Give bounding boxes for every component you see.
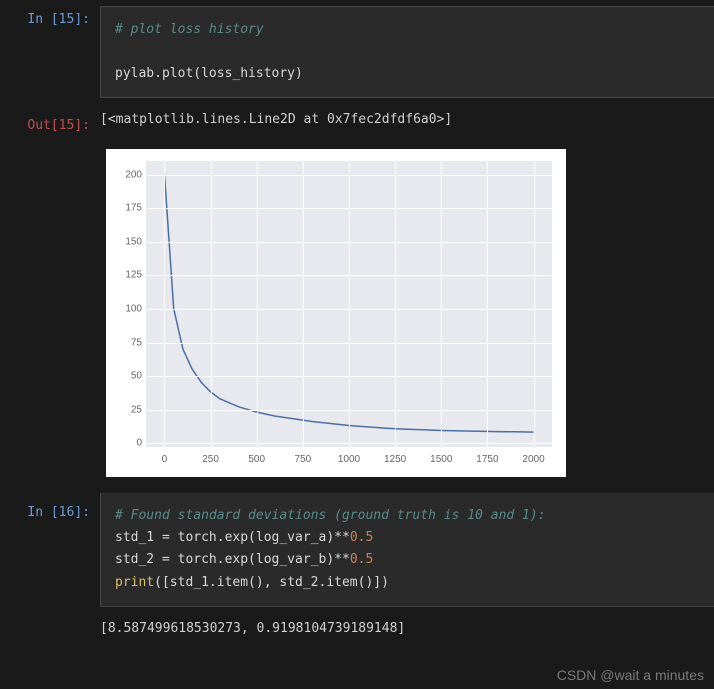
code-area-15[interactable]: # plot loss history pylab.plot(loss_hist… (100, 6, 714, 98)
xtick-label: 2000 (522, 454, 544, 465)
grid-line-v (441, 161, 442, 447)
ytick-label: 175 (125, 203, 142, 214)
code-line: pylab.plot(loss_history) (115, 66, 303, 81)
output-row-15: Out[15]: [<matplotlib.lines.Line2D at 0x… (0, 106, 714, 137)
code-print: print (115, 575, 154, 590)
plot-output: 0255075100125150175200025050075010001250… (100, 137, 714, 487)
input-cell-16: In [16]: # Found standard deviations (gr… (0, 493, 714, 614)
grid-line-v (164, 161, 165, 447)
matplotlib-figure: 0255075100125150175200025050075010001250… (106, 149, 566, 477)
xtick-label: 0 (162, 454, 168, 465)
xtick-label: 1000 (338, 454, 360, 465)
stdout-text: [8.587499618530273, 0.9198104739189148] (100, 621, 405, 636)
output-row-16: [8.587499618530273, 0.9198104739189148] (0, 615, 714, 646)
code-num-2: 0.5 (350, 552, 373, 567)
xtick-label: 500 (248, 454, 265, 465)
ytick-label: 25 (131, 404, 142, 415)
ytick-label: 0 (136, 438, 142, 449)
code-comment: # plot loss history (115, 22, 264, 37)
xtick-label: 1500 (430, 454, 452, 465)
ytick-label: 125 (125, 270, 142, 281)
grid-line-v (303, 161, 304, 447)
stdout-16: [8.587499618530273, 0.9198104739189148] (100, 615, 714, 646)
prompt-in-15: In [15]: (0, 0, 100, 27)
prompt-in-16: In [16]: (0, 493, 100, 520)
watermark: CSDN @wait a minutes (557, 667, 704, 683)
output-repr-15: [<matplotlib.lines.Line2D at 0x7fec2dfdf… (100, 106, 714, 137)
code-line-1a: std_1 = torch.exp(log_var_a)** (115, 530, 350, 545)
xtick-label: 750 (295, 454, 312, 465)
plot-axes (146, 161, 552, 447)
xtick-label: 1250 (384, 454, 406, 465)
ytick-label: 50 (131, 371, 142, 382)
prompt-out-spacer-16 (0, 615, 100, 627)
ytick-label: 150 (125, 236, 142, 247)
xtick-label: 250 (202, 454, 219, 465)
grid-line-v (487, 161, 488, 447)
grid-line-v (257, 161, 258, 447)
output-text: [<matplotlib.lines.Line2D at 0x7fec2dfdf… (100, 112, 452, 127)
code-area-16[interactable]: # Found standard deviations (ground trut… (100, 493, 714, 606)
ytick-label: 75 (131, 337, 142, 348)
grid-line-v (395, 161, 396, 447)
prompt-plot-spacer (0, 137, 100, 149)
code-line-2a: std_2 = torch.exp(log_var_b)** (115, 552, 350, 567)
grid-line-v (211, 161, 212, 447)
code-comment-16: # Found standard deviations (ground trut… (115, 508, 545, 523)
input-cell-15: In [15]: # plot loss history pylab.plot(… (0, 0, 714, 106)
xtick-label: 1750 (476, 454, 498, 465)
ytick-label: 100 (125, 303, 142, 314)
grid-line-v (349, 161, 350, 447)
plot-row: 0255075100125150175200025050075010001250… (0, 137, 714, 487)
code-num-1: 0.5 (350, 530, 373, 545)
code-line-3b: ([std_1.item(), std_2.item()]) (154, 575, 389, 590)
prompt-out-15: Out[15]: (0, 106, 100, 133)
ytick-label: 200 (125, 169, 142, 180)
grid-line-v (534, 161, 535, 447)
